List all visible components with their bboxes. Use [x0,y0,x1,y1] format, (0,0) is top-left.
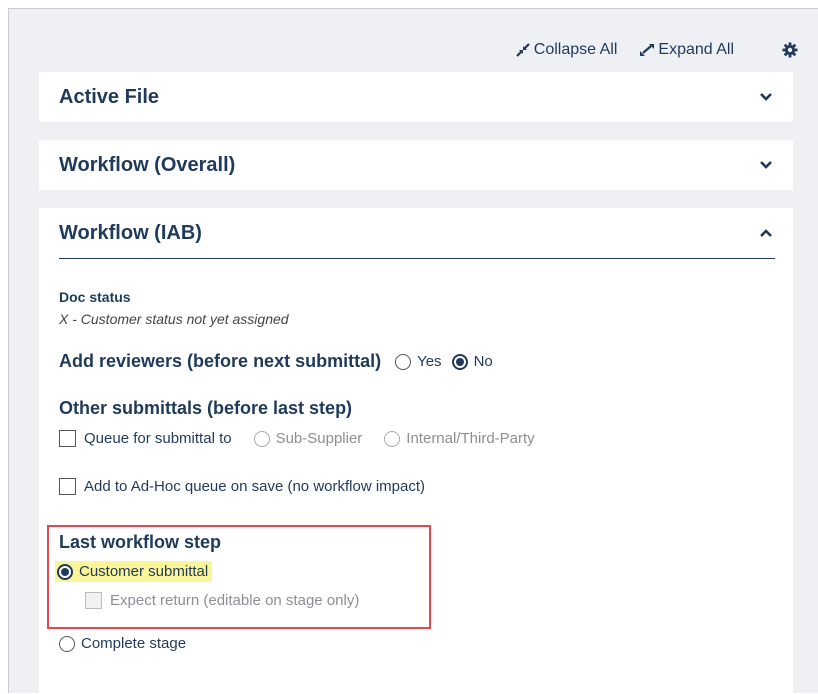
complete-stage-radio[interactable] [59,635,75,652]
chevron-down-icon[interactable] [759,92,773,102]
panel-title: Workflow (Overall) [59,153,236,176]
sub-supplier-radio[interactable] [253,430,270,447]
customer-submittal-row: Customer submittal [55,561,213,582]
adhoc-queue-row: Add to Ad-Hoc queue on save (no workflow… [59,478,425,495]
expect-return-checkbox[interactable] [85,592,102,609]
panel-header-workflow-overall[interactable]: Workflow (Overall) [39,140,793,190]
collapse-all-button[interactable]: Collapse All [515,41,618,59]
adhoc-queue-label: Add to Ad-Hoc queue on save (no workflow… [84,478,426,495]
chevron-up-icon[interactable] [759,228,773,238]
gear-icon [782,42,798,58]
queue-submittal-label: Queue for submittal to [84,430,232,447]
panel-workflow-overall: Workflow (Overall) [39,140,793,190]
complete-stage-row: Complete stage [59,635,186,652]
panel-active-file: Active File [39,72,793,122]
customer-submittal-highlight: Customer submittal [55,561,213,582]
chevron-down-icon[interactable] [759,160,773,170]
internal-third-party-label: Internal/Third-Party [406,430,535,447]
panel-header-active-file[interactable]: Active File [39,72,793,122]
expect-return-row: Expect return (editable on stage only) [85,592,359,609]
panel-header-workflow-iab[interactable]: Workflow (IAB) [59,208,775,259]
panel-title: Active File [59,85,160,108]
add-reviewers-yes-label: Yes [417,353,442,370]
last-step-heading: Last workflow step [59,532,222,552]
internal-third-party-radio[interactable] [384,430,401,447]
customer-submittal-radio[interactable] [57,563,73,580]
other-submittals-heading: Other submittals (before last step) [59,398,353,418]
expand-all-button[interactable]: Expand All [639,41,734,59]
panel-toolbar: Collapse All Expand All [515,39,798,61]
panel-title: Workflow (IAB) [59,221,202,244]
workflow-sidebar: Collapse All Expand All Active File Work… [8,8,818,694]
queue-submittal-row: Queue for submittal to Sub-Supplier Inte… [59,430,535,447]
add-reviewers-no-label: No [473,353,493,370]
expand-all-label: Expand All [658,41,734,58]
expect-return-label: Expect return (editable on stage only) [110,592,360,609]
add-reviewers-row: Add reviewers (before next submittal) Ye… [59,351,493,372]
complete-stage-label: Complete stage [81,635,187,652]
add-reviewers-label: Add reviewers (before next submittal) [59,351,382,371]
collapse-icon [516,43,530,57]
add-reviewers-yes-radio[interactable] [395,353,412,370]
customer-submittal-label: Customer submittal [79,563,209,580]
expand-icon [640,44,655,56]
sub-supplier-label: Sub-Supplier [275,430,363,447]
settings-button[interactable] [782,42,798,58]
adhoc-queue-checkbox[interactable] [59,478,76,495]
queue-submittal-checkbox[interactable] [59,430,76,447]
doc-status-value: X - Customer status not yet assigned [59,311,289,327]
add-reviewers-no-radio[interactable] [451,353,468,370]
collapse-all-label: Collapse All [533,41,618,58]
doc-status-label: Doc status [59,289,131,305]
